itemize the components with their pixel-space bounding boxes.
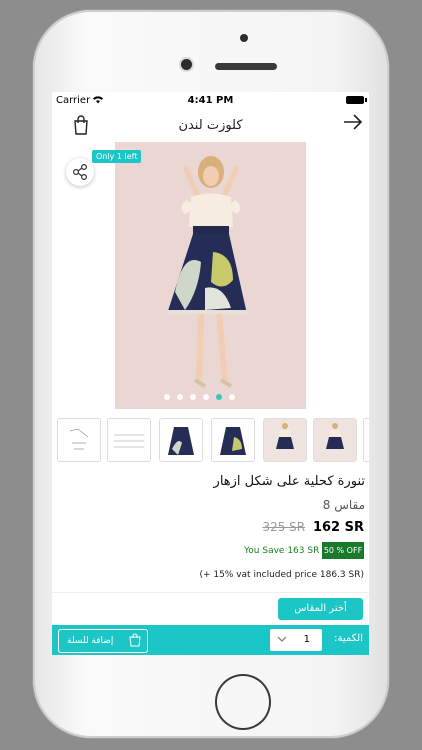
carousel-dot[interactable] xyxy=(229,394,235,400)
stock-badge: Only 1 left xyxy=(92,150,142,163)
carousel-dot[interactable] xyxy=(216,394,222,400)
vat-note: (+ 15% vat included price 186.3 SR) xyxy=(199,570,364,580)
quantity-label: الكمية: xyxy=(334,633,363,644)
carousel-dot[interactable] xyxy=(164,394,170,400)
chevron-down-icon xyxy=(277,636,287,642)
skirt-thumb-graphic xyxy=(220,427,246,455)
thumbnail-partial[interactable] xyxy=(363,418,369,462)
home-button[interactable] xyxy=(215,674,271,730)
bottom-action-bar: إضافة للسلة 1 الكمية: xyxy=(52,625,369,655)
share-icon xyxy=(72,163,88,181)
battery-icon xyxy=(346,96,367,104)
thumbnail-skirt-front[interactable] xyxy=(159,418,203,462)
old-price: 325 SR xyxy=(262,520,306,534)
discount-badge: 50 % OFF xyxy=(322,542,364,559)
thumbnail-strip[interactable] xyxy=(57,418,369,463)
quantity-value: 1 xyxy=(303,634,310,645)
page-title: كلوزت لندن xyxy=(178,118,243,133)
you-save-text: You Save 163 SR xyxy=(244,546,320,556)
arrow-right-icon[interactable] xyxy=(343,114,363,130)
add-to-cart-label: إضافة للسلة xyxy=(67,636,114,646)
model-thumb-graphic xyxy=(314,419,356,461)
skirt-thumb-graphic xyxy=(168,427,194,455)
status-bar: Carrier 4:41 PM xyxy=(52,92,369,110)
carousel-dot[interactable] xyxy=(203,394,209,400)
share-button[interactable] xyxy=(66,158,94,186)
product-image[interactable] xyxy=(115,142,306,409)
thumbnail-measurements[interactable] xyxy=(107,418,151,462)
nav-bar: كلوزت لندن xyxy=(52,110,369,140)
product-photo-illustration xyxy=(115,142,306,409)
thumbnail-model-side[interactable] xyxy=(263,418,307,462)
app-screen: Carrier 4:41 PM كلوزت لندن Only 1 left ت… xyxy=(52,92,369,655)
status-time: 4:41 PM xyxy=(187,95,234,106)
quantity-select[interactable]: 1 xyxy=(270,629,322,651)
add-to-cart-button[interactable]: إضافة للسلة xyxy=(58,629,148,653)
thumbnail-skirt-back[interactable] xyxy=(211,418,255,462)
carousel-dot[interactable] xyxy=(190,394,196,400)
product-name: تنورة كحلية على شكل ازهار xyxy=(213,474,365,489)
thumbnail-size-chart[interactable] xyxy=(57,418,101,462)
thumbnail-model-front[interactable] xyxy=(313,418,357,462)
price-row: 325 SR 162 SR xyxy=(262,520,364,535)
size-chart-thumb-graphic xyxy=(69,428,89,450)
model-thumb-graphic xyxy=(264,419,306,461)
shopping-bag-icon xyxy=(129,633,141,647)
front-camera xyxy=(181,59,192,70)
divider xyxy=(52,592,369,593)
earpiece-speaker xyxy=(215,63,277,70)
carousel-indicator[interactable] xyxy=(164,394,235,400)
measurements-thumb-graphic xyxy=(114,434,144,448)
sensor-dot xyxy=(240,34,248,42)
choose-size-button[interactable]: أختر المقاس xyxy=(278,598,363,620)
product-size: مقاس 8 xyxy=(322,498,365,512)
carousel-dot[interactable] xyxy=(177,394,183,400)
current-price: 162 SR xyxy=(312,520,364,535)
